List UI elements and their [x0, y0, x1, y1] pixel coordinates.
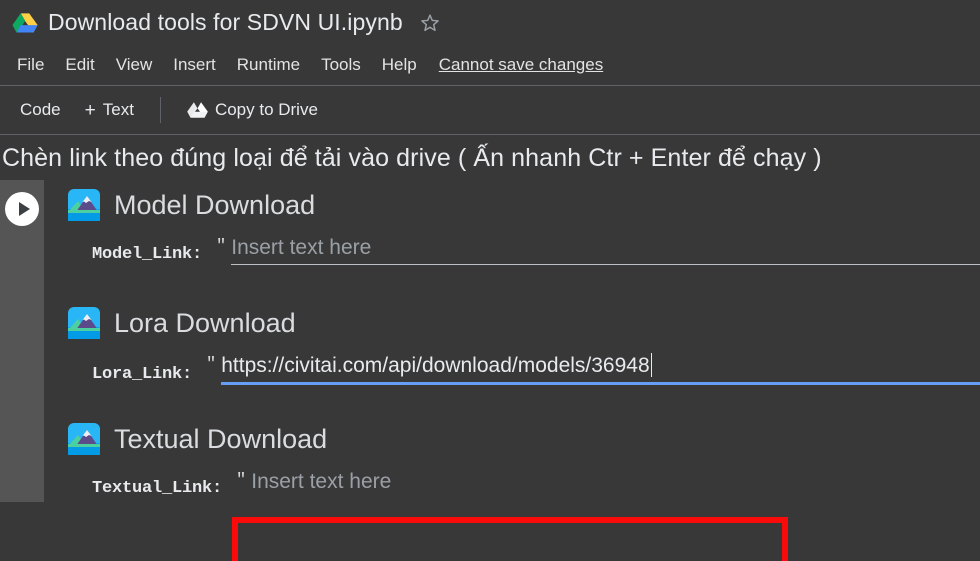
plus-icon: +	[84, 99, 96, 121]
add-text-cell-label: Text	[102, 100, 134, 119]
section-title: Model Download	[114, 189, 316, 220]
menu-insert[interactable]: Insert	[164, 52, 225, 78]
field-input-wrap: Insert text here	[231, 235, 980, 268]
run-cell-button[interactable]	[5, 192, 39, 226]
model-link-placeholder[interactable]: Insert text here	[231, 235, 371, 264]
field-underline	[231, 264, 980, 266]
field-input-wrap: https://civitai.com/api/download/models/…	[221, 353, 980, 388]
menu-tools[interactable]: Tools	[312, 52, 370, 78]
quote-mark: "	[236, 471, 247, 491]
field-label: Textual_Link:	[92, 478, 223, 498]
form-field-model-link: Model_Link: " Insert text here	[68, 227, 980, 268]
textual-link-placeholder[interactable]: Insert text here	[251, 469, 391, 498]
star-outline-icon[interactable]	[419, 12, 441, 34]
colab-notebook-window: Download tools for SDVN UI.ipynb File Ed…	[0, 0, 980, 561]
mountain-landscape-icon	[68, 307, 100, 340]
save-status-link[interactable]: Cannot save changes	[439, 55, 603, 75]
notebook-body: Chèn link theo đúng loại để tải vào driv…	[0, 135, 980, 561]
add-code-cell-label: Code	[20, 100, 61, 119]
lora-link-value[interactable]: https://civitai.com/api/download/models/…	[221, 353, 649, 382]
section-heading-lora-download: Lora Download	[68, 298, 980, 345]
form-cell-body: Model Download Model_Link: " Insert text…	[44, 180, 980, 502]
section-heading-textual-download: Textual Download	[68, 414, 980, 461]
menu-runtime[interactable]: Runtime	[228, 52, 309, 78]
document-title: Download tools for SDVN UI.ipynb	[48, 9, 403, 35]
text-cursor	[650, 353, 652, 378]
field-input-wrap: Insert text here	[251, 469, 980, 501]
quote-mark: "	[206, 355, 217, 375]
menu-help[interactable]: Help	[373, 52, 426, 78]
menu-edit[interactable]: Edit	[56, 52, 103, 78]
form-field-lora-link: Lora_Link: " https://civitai.com/api/dow…	[68, 345, 980, 388]
quote-mark: "	[216, 237, 227, 256]
annotation-highlight-box	[232, 517, 788, 561]
play-icon	[18, 202, 30, 216]
google-drive-logo-icon	[12, 12, 38, 34]
form-cell: Model Download Model_Link: " Insert text…	[0, 180, 980, 502]
mountain-landscape-icon	[68, 189, 100, 221]
google-drive-logo-icon	[187, 101, 208, 119]
field-label: Lora_Link:	[92, 365, 193, 385]
field-underline-focused	[221, 382, 980, 386]
notebook-toolbar: Code + Text Copy to Drive	[0, 86, 980, 134]
cell-gutter	[0, 180, 44, 502]
form-field-textual-link: Textual_Link: " Insert text here	[68, 461, 980, 501]
menu-view[interactable]: View	[107, 52, 162, 78]
copy-to-drive-button[interactable]: Copy to Drive	[177, 95, 328, 125]
markdown-instruction-heading: Chèn link theo đúng loại để tải vào driv…	[2, 144, 822, 172]
mountain-landscape-icon	[68, 423, 100, 456]
toolbar-vertical-divider	[159, 97, 161, 123]
section-heading-model-download: Model Download	[68, 180, 980, 227]
menu-bar: File Edit View Insert Runtime Tools Help…	[0, 45, 980, 85]
section-title: Textual Download	[114, 423, 328, 454]
field-label: Model_Link:	[92, 245, 203, 265]
copy-to-drive-label: Copy to Drive	[214, 100, 318, 119]
add-code-cell-button[interactable]: Code	[10, 95, 71, 125]
section-title: Lora Download	[114, 307, 296, 338]
add-text-cell-button[interactable]: + Text	[75, 95, 144, 125]
title-bar: Download tools for SDVN UI.ipynb	[0, 0, 980, 45]
menu-file[interactable]: File	[8, 52, 53, 78]
